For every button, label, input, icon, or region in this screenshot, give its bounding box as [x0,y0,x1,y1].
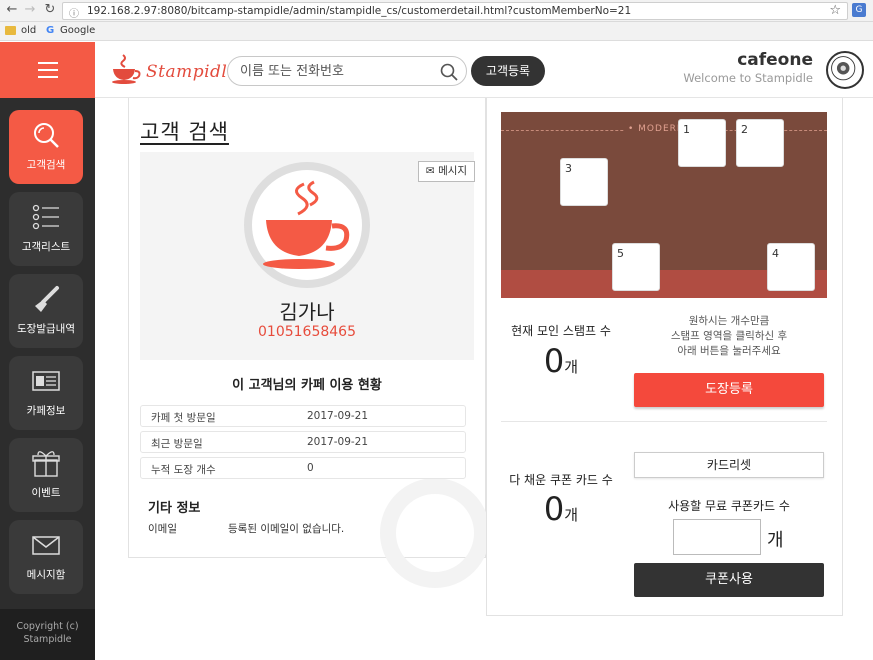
hint-line: 스탬프 영역을 클릭하신 후 [670,330,788,342]
mail-icon [32,536,60,555]
stamp-icon [35,286,59,312]
menu-bar [38,62,58,64]
register-customer-button[interactable]: 고객등록 [471,56,545,86]
sidebar-item-label: 메시지함 [26,569,66,581]
customer-phone: 01051658465 [258,324,356,340]
search-input[interactable] [240,60,435,82]
email-value: 등록된 이메일이 없습니다. [228,523,345,535]
menu-bar [38,69,58,71]
translate-extension-icon[interactable]: G [852,3,866,17]
search-icon[interactable] [440,63,458,81]
full-cards-count: 0개 [501,490,621,528]
bookmark-old[interactable]: old [21,25,36,36]
coupon-use-label: 사용할 무료 쿠폰카드 수 [668,499,790,513]
sidebar-item-label: 이벤트 [31,487,61,499]
stamp-hint: 원하시는 개수만큼 스탬프 영역을 클릭하신 후 아래 버튼을 눌러주세요 [634,314,824,359]
info-label: 누적 도장 개수 [151,464,216,476]
sidebar: 고객검색 고객리스트 도장발급내역 카페정보 이벤트 메시지함 [0,98,95,660]
info-value: 2017-09-21 [307,410,369,422]
sidebar-item-label: 고객리스트 [21,241,71,253]
shop-logo-icon [826,51,864,89]
customer-name: 김가나 [279,300,335,324]
hamburger-menu-button[interactable] [0,42,95,98]
sidebar-item-customer-list[interactable]: 고객리스트 [9,192,83,266]
info-icon: ⓘ [69,9,79,20]
url-text[interactable]: 192.168.2.97:8080/bitcamp-stampidle/admi… [87,5,631,17]
info-row-last-visit: 최근 방문일 2017-09-21 [140,431,466,453]
bookmark-google[interactable]: Google [60,25,95,36]
folder-icon [5,26,16,35]
register-stamp-button[interactable]: 도장등록 [634,373,824,407]
info-value: 2017-09-21 [307,436,369,448]
usage-title: 이 고객님의 카페 이용 현황 [232,378,382,393]
email-label: 이메일 [148,523,177,535]
id-card-icon [32,371,60,391]
search-icon [34,123,59,148]
unit-label: 개 [564,506,579,524]
current-stamps-number: 0 [543,342,565,380]
sidebar-item-customer-search[interactable]: 고객검색 [9,110,83,184]
coupon-unit-label: 개 [767,530,784,551]
sidebar-item-event[interactable]: 이벤트 [9,438,83,512]
unit-label: 개 [564,358,579,376]
full-cards-label: 다 채운 쿠폰 카드 수 [509,473,613,487]
divider [501,421,827,422]
copyright-line: Copyright (c) [16,621,79,632]
shop-name: cafeone [737,50,813,70]
current-stamps-label: 현재 모인 스탬프 수 [511,324,611,338]
address-bar[interactable]: ⓘ 192.168.2.97:8080/bitcamp-stampidle/ad… [62,2,848,20]
stamp-slot[interactable]: 2 [736,119,784,167]
sidebar-item-label: 카페정보 [26,405,66,417]
full-cards-number: 0 [543,490,565,528]
gift-icon [32,451,60,477]
page-title: 고객 검색 [140,120,229,144]
stamp-slot[interactable]: 4 [767,243,815,291]
info-row-total-stamps: 누적 도장 개수 0 [140,457,466,479]
reload-icon[interactable]: ↻ [42,2,58,17]
hint-line: 아래 버튼을 눌러주세요 [677,345,781,357]
hint-line: 원하시는 개수만큼 [688,315,770,327]
message-button[interactable]: ✉ 메시지 [418,161,475,182]
app-header: Stampidle 고객등록 cafeone Welcome to Stampi… [0,42,873,98]
copyright-line: Stampidle [23,634,72,645]
back-icon[interactable]: ← [4,2,20,17]
envelope-icon: ✉ [425,165,435,177]
use-coupon-button[interactable]: 쿠폰사용 [634,563,824,597]
sidebar-item-cafe-info[interactable]: 카페정보 [9,356,83,430]
coffee-cup-icon [263,180,350,269]
sidebar-item-label: 고객검색 [26,159,66,171]
message-button-label: 메시지 [438,165,468,177]
menu-bar [38,76,58,78]
bookmark-star-icon[interactable]: ☆ [829,3,841,18]
sidebar-item-label: 도장발급내역 [17,323,75,335]
coupon-quantity-input[interactable] [673,519,761,555]
list-icon [32,204,59,230]
coffee-cup-logo-icon [112,54,141,84]
info-value: 0 [307,462,314,474]
info-row-first-visit: 카페 첫 방문일 2017-09-21 [140,405,466,427]
browser-toolbar: ← → ↻ ⓘ 192.168.2.97:8080/bitcamp-stampi… [0,0,873,22]
reset-card-button[interactable]: 카드리셋 [634,452,824,478]
sidebar-item-stamp-history[interactable]: 도장발급내역 [9,274,83,348]
welcome-text: Welcome to Stampidle [683,71,813,85]
bookmarks-bar: old G Google [0,22,873,41]
stamp-slot[interactable]: 3 [560,158,608,206]
google-icon: G [46,25,55,36]
stamp-slot[interactable]: 5 [612,243,660,291]
stamp-card: • MODERN 1 2 3 4 5 [501,112,827,298]
etc-info-title: 기타 정보 [148,501,201,516]
info-label: 최근 방문일 [151,438,203,450]
avatar [244,162,370,288]
decorative-circle [380,478,490,588]
stamp-slot[interactable]: 1 [678,119,726,167]
current-stamps-count: 0개 [501,342,621,380]
forward-icon[interactable]: → [22,2,38,17]
sidebar-item-messages[interactable]: 메시지함 [9,520,83,594]
brand-logo-text[interactable]: Stampidle [146,62,238,82]
copyright: Copyright (c) Stampidle [0,609,95,660]
search-box[interactable] [227,56,467,86]
info-label: 카페 첫 방문일 [151,412,216,424]
